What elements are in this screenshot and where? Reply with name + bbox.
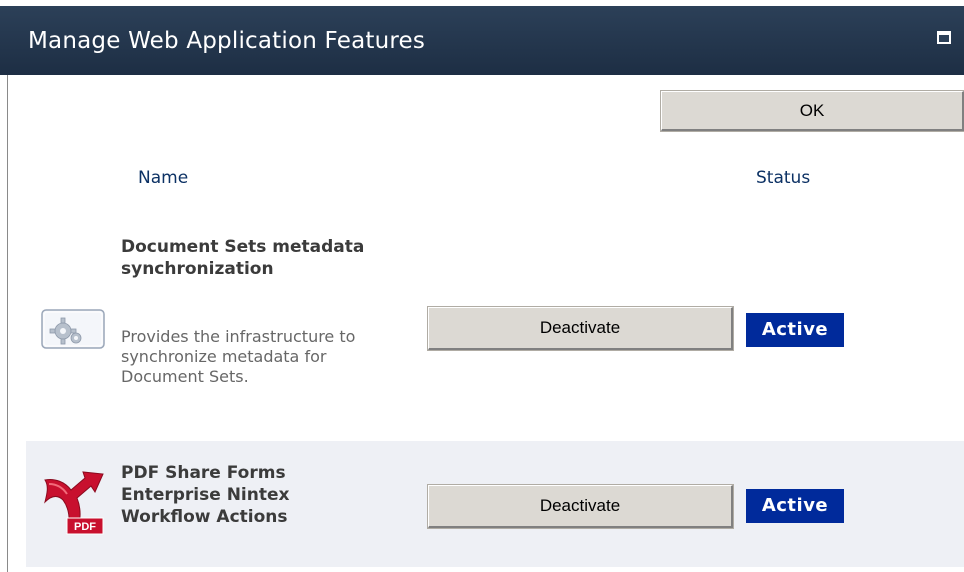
ok-button[interactable]: OK <box>660 90 964 132</box>
feature-gear-icon <box>41 309 105 349</box>
maximize-icon[interactable] <box>937 31 951 44</box>
feature-title: Document Sets metadata synchronization <box>121 237 365 279</box>
deactivate-button[interactable]: Deactivate <box>427 484 734 529</box>
dialog-titlebar: Manage Web Application Features <box>0 0 964 75</box>
dialog-title: Manage Web Application Features <box>28 28 426 54</box>
feature-description: Provides the infrastructure to synchroni… <box>121 327 356 386</box>
column-header-status: Status <box>756 168 811 188</box>
column-header-name: Name <box>138 168 189 188</box>
deactivate-button[interactable]: Deactivate <box>427 306 734 351</box>
status-badge: Active <box>746 489 844 523</box>
status-badge: Active <box>746 313 844 347</box>
dialog-left-border <box>7 75 8 572</box>
feature-title: PDF Share Forms Enterprise Nintex Workfl… <box>121 463 290 527</box>
pdf-icon-text: PDF <box>74 521 96 533</box>
pdf-share-forms-icon: PDF <box>44 471 104 535</box>
